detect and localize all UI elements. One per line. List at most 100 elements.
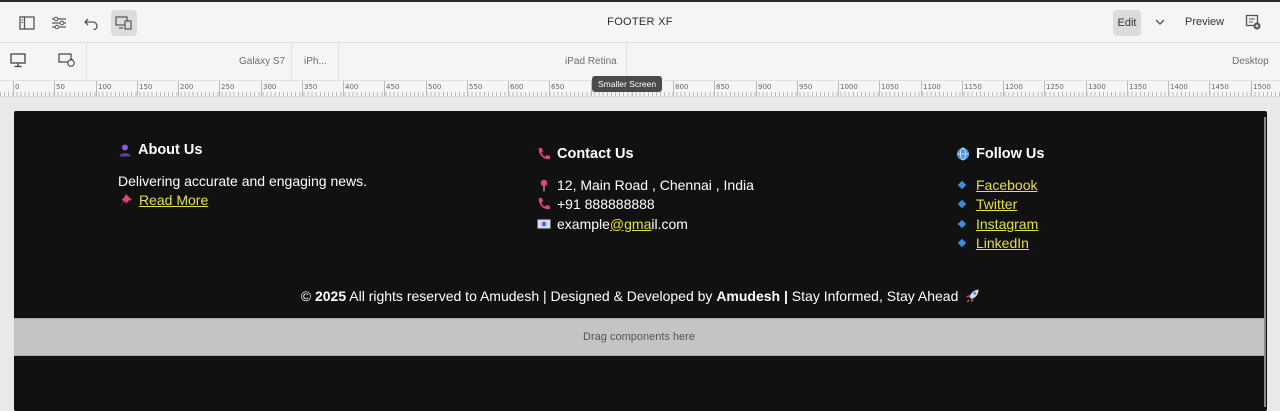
globe-icon [957,147,969,161]
read-more-link[interactable]: Read More [139,192,208,208]
ruler-tick-label: 50 [56,83,65,91]
social-item: Twitter [956,195,1044,215]
device-desktop[interactable]: Desktop [1232,56,1269,67]
linkedin-link[interactable]: LinkedIn [976,235,1029,251]
desktop-view-button[interactable] [10,53,26,73]
copyright-year: 2025 [314,288,347,304]
emulator-divider [291,43,292,81]
ruler-tick [549,81,550,96]
ruler-tick-label: 1050 [881,83,899,91]
ruler-tick [1168,81,1169,96]
copyright-separator: | [780,288,788,304]
ruler-tick [137,81,138,96]
copyright-line: © 2025 All rights reserved to Amudesh | … [14,288,1267,304]
diamond-bullet-icon [957,180,967,189]
ruler-tick-label: 1400 [1170,83,1188,91]
ruler-fine-ticks [0,92,1280,96]
phone-icon [538,198,550,210]
email-icon [537,219,551,229]
read-more-row: Read More [118,191,367,211]
about-text: Delivering accurate and engaging news. [118,172,368,189]
preview-button[interactable]: Preview [1185,16,1224,28]
instagram-link[interactable]: Instagram [976,216,1038,232]
mode-dropdown-button[interactable] [1152,14,1168,30]
ruler-tick-label: 1150 [964,83,982,91]
about-heading-text: About Us [138,142,203,158]
twitter-link[interactable]: Twitter [976,196,1017,212]
ruler-tick [962,81,963,96]
ruler-tick-label: 550 [469,83,483,91]
ruler-tick [1003,81,1004,96]
email-text: example@gmail.com [557,216,688,232]
ruler-tick-label: 600 [510,83,524,91]
drag-components-dropzone[interactable]: Drag components here [14,318,1264,356]
copyright-tagline: Stay Informed, Stay Ahead [787,288,959,304]
address-row: 12, Main Road , Chennai , India [537,175,754,195]
facebook-link[interactable]: Facebook [976,177,1037,193]
ruler-tick [96,81,97,96]
ruler-tick [1251,81,1252,96]
contact-section: Contact Us 12, Main Road , Chennai , Ind… [537,146,754,234]
ruler-tick [219,81,220,96]
monitor-icon [10,53,26,68]
address-text: 12, Main Road , Chennai , India [557,176,754,193]
ruler-tick-label: 1000 [840,83,858,91]
ruler-tick [426,81,427,96]
copyright-author: Amudesh [716,288,781,304]
device-ipad-retina[interactable]: iPad Retina [565,56,617,67]
email-link[interactable]: @gma [610,216,651,232]
ruler-tick-label: 500 [428,83,442,91]
ruler-tick [797,81,798,96]
ruler-tick-label: 400 [345,83,359,91]
rotate-device-button[interactable] [58,53,76,73]
chevron-down-icon [1155,19,1165,25]
contact-heading: Contact Us [537,146,754,162]
copyright-prefix: © [300,288,315,304]
social-item: Instagram [956,214,1044,234]
scrollbar[interactable] [1264,117,1266,407]
ruler-tick-label: 100 [98,83,112,91]
ruler-tick [879,81,880,96]
follow-heading-text: Follow Us [976,146,1045,162]
ruler-tick [1086,81,1087,96]
ruler-tick [54,81,55,96]
diamond-bullet-icon [957,219,967,228]
phone-text: +91 888888888 [557,196,655,213]
emulator-divider [338,43,339,81]
page-title: FOOTER XF [607,16,673,28]
ruler-tick-label: 950 [799,83,813,91]
pushpin-icon [120,194,132,207]
ruler-tick [921,81,922,96]
phone-icon [538,148,550,160]
about-section: About Us Delivering accurate and engagin… [118,142,367,210]
ruler-tick-label: 350 [304,83,318,91]
edit-mode-button[interactable]: Edit [1113,10,1141,36]
ruler-tick-label: 200 [180,83,194,91]
email-part-3: il.com [651,215,688,232]
ruler-tick [838,81,839,96]
person-icon [119,144,131,157]
ruler-tick-label: 850 [716,83,730,91]
annotation-icon [1245,14,1261,30]
ruler-tick [508,81,509,96]
social-item: LinkedIn [956,234,1044,254]
rotate-screen-icon [58,53,75,67]
ruler-tick-label: 800 [675,83,689,91]
ruler-tick [673,81,674,96]
tooltip: Smaller Screen [592,76,663,92]
ruler-tick [756,81,757,96]
diamond-bullet-icon [957,239,967,248]
ruler-tick [343,81,344,96]
phone-row: +91 888888888 [537,195,754,215]
ruler-tick-label: 1300 [1088,83,1106,91]
annotations-button[interactable] [1245,14,1261,35]
ruler-tick-label: 1250 [1046,83,1064,91]
emulator-divider [86,43,87,81]
footer-component[interactable]: About Us Delivering accurate and engagin… [14,111,1267,411]
device-galaxy-s7[interactable]: Galaxy S7 [239,56,285,67]
diamond-bullet-icon [957,200,967,209]
device-iphone[interactable]: iPh... [304,56,327,67]
contact-heading-text: Contact Us [557,146,634,162]
ruler-tick [1044,81,1045,96]
follow-heading: Follow Us [956,146,1044,162]
